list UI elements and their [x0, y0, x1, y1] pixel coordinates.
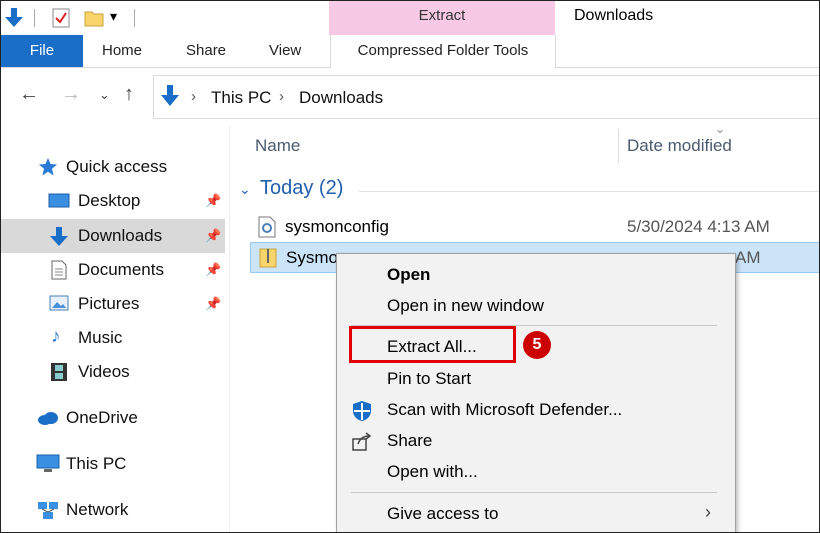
toolbar-divider: [34, 9, 35, 27]
step-number-badge: 5: [523, 331, 551, 359]
desktop-icon: [48, 191, 70, 211]
share-icon: [351, 431, 373, 453]
onedrive-cloud-icon: [36, 408, 58, 428]
file-name: sysmonconfig: [285, 217, 389, 236]
nav-label: Quick access: [66, 157, 168, 176]
file-name: Sysmo: [286, 248, 338, 267]
nav-videos[interactable]: Videos: [1, 355, 225, 389]
column-header-date-modified[interactable]: Date modified: [627, 136, 732, 156]
step-highlight-box: [349, 326, 516, 363]
up-arrow-icon[interactable]: ↑: [124, 83, 134, 106]
documents-icon: [50, 260, 70, 280]
nav-label: OneDrive: [66, 408, 138, 427]
menu-item-label: Open in new window: [387, 296, 544, 315]
context-menu: Open Open in new window Extract All... P…: [336, 253, 736, 532]
tab-share[interactable]: Share: [186, 35, 226, 67]
breadcrumb-downloads[interactable]: Downloads: [299, 88, 383, 108]
nav-label: Documents: [78, 260, 164, 279]
back-arrow-icon[interactable]: ←: [19, 83, 39, 106]
menu-item-label: Open: [387, 265, 431, 284]
breadcrumb-separator: ›: [279, 88, 284, 105]
menu-item-pin-to-start[interactable]: Pin to Start: [337, 364, 735, 394]
group-collapse-chevron-icon[interactable]: ⌄: [239, 181, 251, 198]
nav-label: Videos: [78, 362, 130, 381]
network-icon: [36, 500, 58, 520]
zip-folder-icon: [258, 247, 278, 269]
videos-film-icon: [49, 362, 69, 382]
navigation-pane: Quick access Desktop 📌 Downloads 📌 Docum…: [1, 126, 229, 532]
menu-item-open-with[interactable]: Open with...: [337, 457, 735, 487]
breadcrumb-this-pc[interactable]: This PC: [211, 88, 271, 108]
file-date: AM: [735, 248, 761, 267]
explorer-window: ▾ Extract Downloads File Home Share View…: [0, 0, 820, 533]
menu-item-label: Pin to Start: [387, 369, 472, 388]
tab-compressed-folder-tools[interactable]: Compressed Folder Tools: [330, 35, 556, 68]
tab-view[interactable]: View: [269, 35, 301, 67]
submenu-chevron-right-icon: ›: [705, 502, 711, 522]
group-header-today[interactable]: Today (2): [260, 177, 343, 200]
menu-item-label: Open with...: [387, 462, 478, 481]
config-file-icon: [257, 216, 277, 238]
nav-label: Network: [66, 500, 129, 519]
downloads-folder-icon: [159, 84, 181, 113]
breadcrumb-separator: ›: [191, 88, 196, 105]
pin-icon[interactable]: 📌: [205, 228, 221, 244]
forward-arrow-icon[interactable]: →: [61, 83, 81, 106]
recent-locations-chevron-icon[interactable]: ⌄: [99, 87, 110, 103]
new-folder-icon[interactable]: [83, 7, 105, 29]
file-date: 5/30/2024 4:13 AM: [627, 217, 770, 236]
menu-separator: [351, 492, 717, 493]
navigation-bar: ← → ⌄ ↑ › This PC › Downloads: [1, 73, 819, 119]
nav-music[interactable]: ♪ Music: [1, 321, 225, 355]
menu-item-give-access[interactable]: Give access to ›: [337, 499, 735, 529]
menu-item-scan-defender[interactable]: Scan with Microsoft Defender...: [337, 395, 735, 425]
nav-label: Desktop: [78, 191, 141, 210]
music-note-icon: ♪: [51, 326, 61, 347]
menu-item-share[interactable]: Share: [337, 426, 735, 456]
pane-divider: [229, 126, 230, 532]
title-bar: ▾ Extract Downloads: [1, 1, 819, 35]
window-title: Downloads: [574, 7, 654, 24]
tab-home[interactable]: Home: [102, 35, 142, 67]
ribbon-tabs: File Home Share View Compressed Folder T…: [1, 35, 819, 68]
defender-shield-icon: [351, 400, 373, 422]
downloads-icon: [48, 226, 68, 246]
menu-item-label: Scan with Microsoft Defender...: [387, 400, 623, 419]
nav-desktop[interactable]: Desktop 📌: [1, 184, 225, 218]
nav-label: Music: [78, 328, 123, 347]
pictures-icon: [49, 294, 69, 314]
properties-check-icon[interactable]: [50, 7, 72, 29]
nav-pictures[interactable]: Pictures 📌: [1, 287, 225, 321]
column-separator[interactable]: [618, 129, 619, 163]
nav-label: This PC: [66, 454, 127, 473]
contextual-tab-extract: Extract: [329, 1, 555, 35]
nav-label: Pictures: [78, 294, 140, 313]
nav-documents[interactable]: Documents 📌: [1, 253, 225, 287]
nav-this-pc[interactable]: This PC: [1, 447, 225, 481]
menu-item-label: Give access to: [387, 504, 499, 523]
pin-icon[interactable]: 📌: [205, 193, 221, 209]
menu-item-open[interactable]: Open: [337, 260, 735, 290]
sort-chevron-icon: ⌄: [715, 122, 726, 136]
pin-icon[interactable]: 📌: [205, 296, 221, 312]
menu-item-open-new-window[interactable]: Open in new window: [337, 291, 735, 321]
column-header-name[interactable]: Name: [255, 136, 300, 156]
address-bar[interactable]: › This PC › Downloads: [153, 75, 819, 119]
customize-toolbar-icon[interactable]: ▾: [110, 8, 132, 30]
file-row-sysmonconfig[interactable]: sysmonconfig 5/30/2024 4:13 AM: [250, 212, 819, 243]
nav-label: Downloads: [78, 226, 163, 245]
computer-icon: [36, 454, 60, 474]
menu-item-label: Share: [387, 431, 433, 450]
nav-network[interactable]: Network: [1, 493, 225, 527]
tab-file[interactable]: File: [1, 35, 83, 67]
download-arrow-icon[interactable]: [3, 7, 25, 29]
nav-quick-access[interactable]: Quick access: [1, 150, 225, 184]
pin-icon[interactable]: 📌: [205, 262, 221, 278]
star-icon: [38, 157, 58, 177]
nav-downloads[interactable]: Downloads 📌: [1, 219, 225, 253]
nav-onedrive[interactable]: OneDrive: [1, 401, 225, 435]
group-divider: [359, 191, 819, 192]
toolbar-divider: [134, 9, 135, 27]
